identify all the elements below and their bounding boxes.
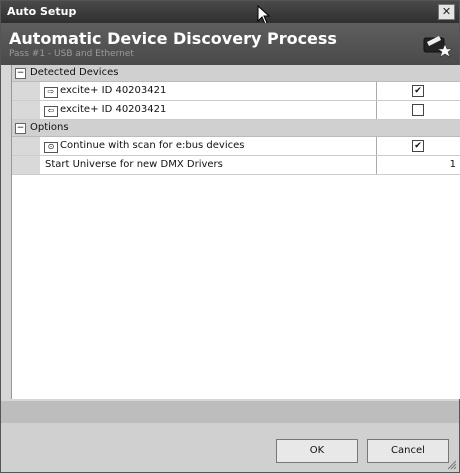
collapse-toggle[interactable]: − — [15, 123, 26, 134]
close-button[interactable]: ✕ — [438, 4, 455, 20]
device-row[interactable]: ⇦ excite+ ID 40203421 — [12, 101, 460, 120]
status-bar — [1, 401, 459, 423]
mouse-cursor-icon — [257, 5, 271, 25]
row-indent — [12, 156, 40, 174]
row-indent — [12, 82, 40, 100]
title-bar[interactable]: Auto Setup ✕ — [1, 1, 459, 23]
start-universe-value: 1 — [449, 159, 456, 170]
section-options[interactable]: − Options — [12, 120, 460, 137]
device-name-cell: ⇨ excite+ ID 40203421 — [42, 82, 377, 100]
device-row[interactable]: ⇨ excite+ ID 40203421 ✔ — [12, 82, 460, 101]
option-row[interactable]: ⊙ Continue with scan for e:bus devices ✔ — [12, 137, 460, 156]
device-select-cell — [378, 101, 458, 119]
cancel-button[interactable]: Cancel — [367, 439, 449, 463]
option-name-cell: Start Universe for new DMX Drivers — [42, 156, 377, 174]
device-checkbox-unchecked[interactable] — [412, 104, 424, 116]
option-label: Start Universe for new DMX Drivers — [45, 159, 223, 170]
device-out-icon: ⇨ — [44, 87, 58, 98]
auto-setup-window: Auto Setup ✕ Automatic Device Discovery … — [0, 0, 460, 473]
device-checkbox-checked[interactable]: ✔ — [412, 85, 424, 97]
row-indent — [12, 101, 40, 119]
device-label: excite+ ID 40203421 — [60, 104, 167, 115]
section-label: Detected Devices — [30, 67, 119, 78]
window-title: Auto Setup — [7, 5, 77, 18]
scan-ebus-checkbox[interactable]: ✔ — [412, 140, 424, 152]
device-in-icon: ⇦ — [44, 106, 58, 117]
dmx-logo-icon — [423, 36, 453, 58]
header-subtitle: Pass #1 - USB and Ethernet — [9, 49, 134, 59]
ok-button[interactable]: OK — [276, 439, 358, 463]
section-detected-devices[interactable]: − Detected Devices — [12, 65, 460, 82]
option-row[interactable]: Start Universe for new DMX Drivers 1 — [12, 156, 460, 175]
option-name-cell: ⊙ Continue with scan for e:bus devices — [42, 137, 377, 155]
section-label: Options — [30, 122, 69, 133]
header-title: Automatic Device Discovery Process — [9, 29, 337, 48]
dialog-footer: OK Cancel — [1, 423, 459, 472]
option-value-cell: ✔ — [378, 137, 458, 155]
device-label: excite+ ID 40203421 — [60, 85, 167, 96]
collapse-toggle[interactable]: − — [15, 68, 26, 79]
resize-grip-icon[interactable] — [447, 460, 457, 470]
row-indent — [12, 137, 40, 155]
scan-icon: ⊙ — [44, 142, 58, 153]
wizard-header: Automatic Device Discovery Process Pass … — [1, 23, 459, 65]
device-grid: − Detected Devices ⇨ excite+ ID 40203421 … — [11, 65, 460, 399]
device-select-cell: ✔ — [378, 82, 458, 100]
option-label: Continue with scan for e:bus devices — [60, 140, 245, 151]
device-name-cell: ⇦ excite+ ID 40203421 — [42, 101, 377, 119]
start-universe-field[interactable]: 1 — [378, 156, 458, 174]
